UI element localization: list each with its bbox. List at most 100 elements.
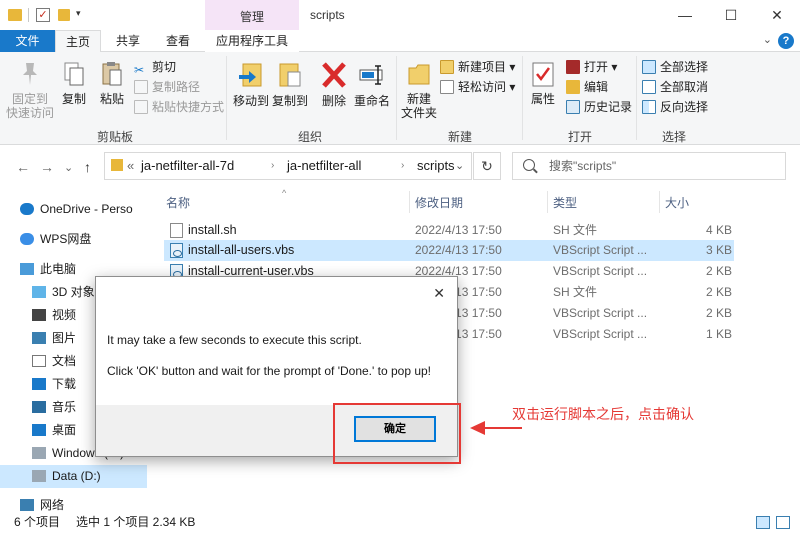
folder-icon	[111, 159, 123, 171]
tab-home[interactable]: 主页	[55, 30, 101, 53]
nav-item-network[interactable]: 网络	[0, 494, 147, 511]
history-button[interactable]: 历史记录	[566, 98, 632, 116]
nav-item-wps[interactable]: WPS网盘	[0, 228, 147, 251]
close-button[interactable]: ✕	[754, 0, 800, 30]
network-icon	[20, 499, 34, 511]
properties-icon[interactable]: ✓	[36, 8, 50, 22]
context-tab-manage[interactable]: 管理	[205, 0, 299, 30]
column-header-date[interactable]: 修改日期	[415, 194, 463, 211]
breadcrumb-separator-icon: ›	[401, 160, 405, 171]
breadcrumb-item[interactable]: ja-netfilter-all-7d	[141, 153, 234, 179]
recent-locations-chevron-icon[interactable]: ⌄	[64, 161, 73, 174]
invert-selection-icon	[642, 100, 656, 114]
back-arrow-icon[interactable]: ←	[16, 159, 30, 175]
select-none-label: 全部取消	[660, 80, 709, 94]
divider	[226, 56, 227, 140]
nav-item-data-d[interactable]: Data (D:)	[0, 465, 147, 488]
dialog-body: ✕ It may take a few seconds to execute t…	[96, 277, 457, 405]
new-folder-icon[interactable]	[58, 9, 70, 21]
nav-item-onedrive[interactable]: OneDrive - Perso	[0, 198, 147, 221]
rename-button[interactable]: 重命名	[352, 60, 392, 108]
cut-button[interactable]: ✂ 剪切	[134, 58, 177, 77]
open-button[interactable]: 打开 ▾	[566, 58, 617, 76]
forward-arrow-icon[interactable]: →	[40, 159, 54, 175]
organize-group-label: 组织	[297, 130, 322, 144]
status-bar: 6 个项目 选中 1 个项目 2.34 KB	[0, 511, 800, 534]
properties-button[interactable]: 属性	[526, 60, 560, 106]
dialog-close-button[interactable]: ✕	[433, 285, 445, 302]
dialog-message-line-1: It may take a few seconds to execute thi…	[107, 333, 362, 347]
table-row[interactable]: install-all-users.vbs 2022/4/13 17:50 VB…	[164, 240, 734, 261]
easy-access-button[interactable]: 轻松访问 ▾	[440, 78, 515, 96]
dialog-message-line-2: Click 'OK' button and wait for the promp…	[107, 364, 432, 378]
invert-selection-button[interactable]: 反向选择	[642, 98, 708, 116]
column-header-type[interactable]: 类型	[553, 194, 577, 211]
collapse-ribbon-chevron-icon[interactable]: ⌄	[763, 33, 772, 46]
divider	[547, 191, 548, 213]
cut-label: 剪切	[152, 60, 177, 74]
new-folder-label: 新建 文件夹	[400, 92, 437, 120]
download-arrow-icon	[32, 378, 46, 390]
customize-toolbar-chevron-icon[interactable]: ▾	[76, 8, 81, 24]
ribbon: 固定到 快速访问 复制 粘贴 ✂ 剪切 复制路径 粘贴快捷方式 剪贴板 移动到 复…	[0, 52, 800, 145]
up-arrow-icon[interactable]: ↑	[84, 159, 91, 175]
tab-file[interactable]: 文件	[0, 30, 55, 52]
drive-icon	[32, 447, 46, 459]
paste-shortcut-button[interactable]: 粘贴快捷方式	[134, 98, 224, 116]
tab-share[interactable]: 共享	[106, 30, 150, 52]
open-label: 打开 ▾	[584, 60, 618, 74]
edit-button[interactable]: 编辑	[566, 78, 608, 96]
annotation-text: 双击运行脚本之后，点击确认	[512, 406, 694, 422]
new-folder-button[interactable]: 新建 文件夹	[400, 60, 438, 120]
column-header-name[interactable]: 名称	[166, 194, 190, 211]
copy-icon	[64, 62, 84, 86]
search-input[interactable]: 搜索"scripts"	[512, 152, 786, 180]
easy-access-icon	[440, 80, 454, 94]
breadcrumb-item[interactable]: ja-netfilter-all	[287, 153, 361, 179]
drive-icon	[32, 470, 46, 482]
column-header-size[interactable]: 大小	[665, 194, 689, 211]
copy-to-icon	[279, 63, 301, 87]
pin-quick-access-button[interactable]: 固定到 快速访问	[4, 60, 56, 120]
select-none-icon	[642, 80, 656, 94]
tab-view[interactable]: 查看	[156, 30, 200, 52]
copy-to-button[interactable]: 复制到	[271, 60, 309, 108]
item-count: 6 个项目	[14, 515, 61, 529]
new-item-button[interactable]: 新建项目 ▾	[440, 58, 515, 76]
refresh-button[interactable]: ↻	[473, 152, 501, 180]
new-group-label: 新建	[447, 130, 472, 144]
delete-label: 删除	[321, 94, 346, 108]
vbscript-file-icon	[170, 243, 183, 258]
copy-button[interactable]: 复制	[58, 60, 90, 106]
select-all-icon	[642, 60, 656, 74]
maximize-button[interactable]: ☐	[708, 0, 754, 30]
select-none-button[interactable]: 全部取消	[642, 78, 708, 96]
rename-icon	[359, 65, 383, 85]
paste-shortcut-label: 粘贴快捷方式	[152, 100, 225, 114]
film-icon	[32, 309, 46, 321]
breadcrumb-overflow[interactable]: «	[127, 153, 134, 179]
delete-button[interactable]: 删除	[318, 60, 350, 108]
large-icons-view-icon[interactable]	[776, 516, 790, 529]
file-icon	[170, 223, 183, 238]
breadcrumb-separator-icon: ›	[271, 160, 275, 171]
paste-button[interactable]: 粘贴	[96, 60, 128, 106]
table-row[interactable]: install.sh 2022/4/13 17:50 SH 文件 4 KB	[164, 220, 734, 241]
select-group-label: 选择	[661, 130, 686, 144]
minimize-button[interactable]: —	[662, 0, 708, 30]
move-to-button[interactable]: 移动到	[232, 60, 270, 108]
select-all-label: 全部选择	[660, 60, 709, 74]
details-view-icon[interactable]	[756, 516, 770, 529]
breadcrumb-item[interactable]: scripts	[417, 153, 455, 179]
address-bar[interactable]: « ja-netfilter-all-7d › ja-netfilter-all…	[104, 152, 472, 180]
divider	[659, 191, 660, 213]
select-all-button[interactable]: 全部选择	[642, 58, 708, 76]
tab-app-tools[interactable]: 应用程序工具	[205, 30, 299, 52]
window-title: scripts	[310, 8, 345, 22]
address-dropdown-chevron-icon[interactable]: ⌄	[455, 153, 464, 179]
help-icon[interactable]: ?	[778, 33, 794, 49]
easy-access-label: 轻松访问 ▾	[458, 80, 516, 94]
edit-pencil-icon	[566, 80, 580, 94]
copy-path-button[interactable]: 复制路径	[134, 78, 200, 96]
move-to-icon	[239, 63, 262, 87]
